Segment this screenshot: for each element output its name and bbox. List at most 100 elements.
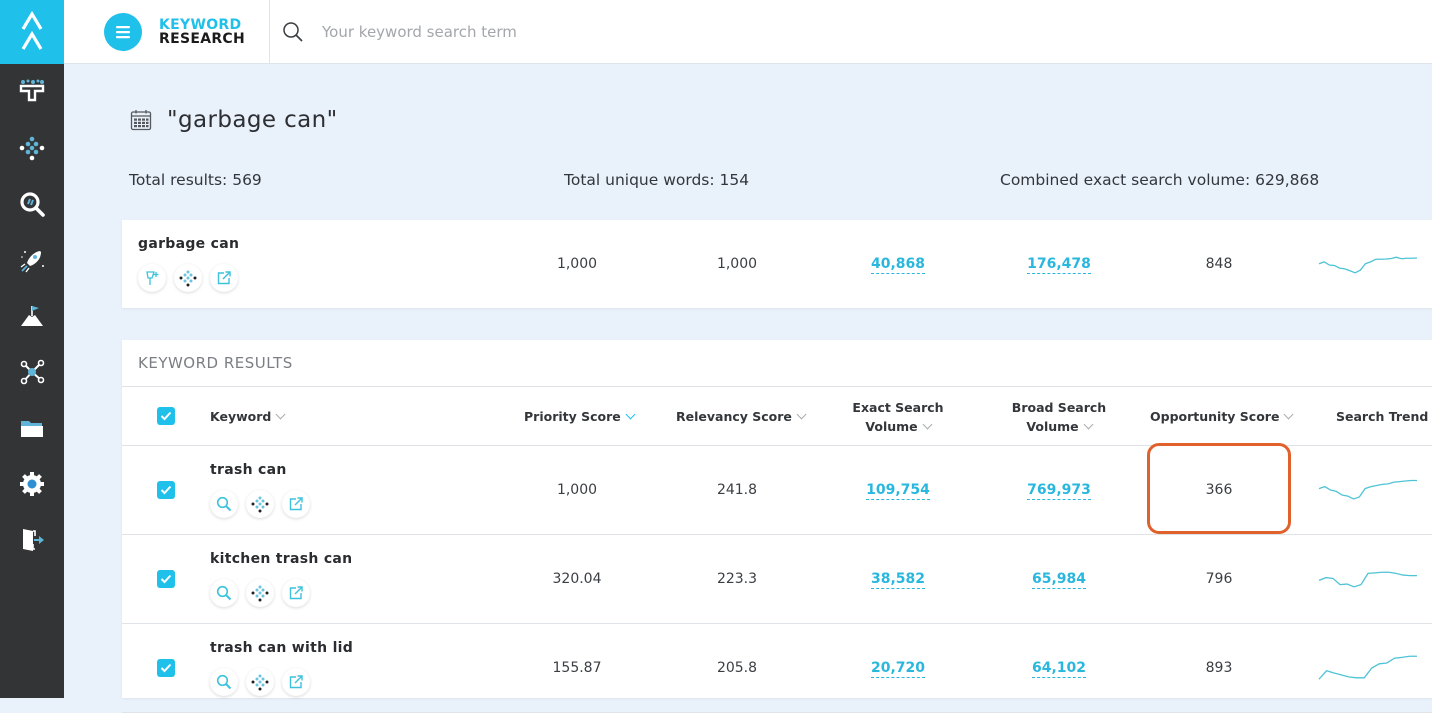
exact-search-volume-link[interactable]: 20,720: [871, 660, 925, 678]
cluster-icon: [179, 269, 197, 287]
cluster-button[interactable]: [246, 490, 274, 518]
relevancy-score: 241.8: [677, 482, 797, 498]
column-header-relevancy-label: Relevancy Score: [676, 409, 792, 424]
column-header-relevancy-score[interactable]: Relevancy Score: [676, 407, 805, 426]
keyword-results-heading: KEYWORD RESULTS: [122, 340, 1432, 387]
seed-broad-search-volume-link[interactable]: 176,478: [1027, 256, 1091, 274]
trend-line: [1319, 572, 1417, 587]
open-external-button[interactable]: [282, 579, 310, 607]
sidebar-item-network[interactable]: [0, 344, 64, 400]
column-header-priority-score[interactable]: Priority Score: [524, 407, 634, 426]
main-content: "garbage can" Total results: 569 Total u…: [64, 65, 1432, 698]
exact-search-volume[interactable]: 109,754: [838, 482, 958, 498]
search-icon[interactable]: [282, 21, 304, 43]
sidebar-item-logout[interactable]: [0, 512, 64, 568]
column-header-exact-line1: Exact Search: [842, 398, 954, 417]
row-actions: [210, 579, 352, 607]
keyword-cell: kitchen trash can: [210, 551, 352, 607]
cluster-button[interactable]: [246, 668, 274, 696]
sidebar-item-launch[interactable]: [0, 232, 64, 288]
sort-chevron-icon: [922, 420, 932, 430]
broad-search-volume-link[interactable]: 65,984: [1032, 571, 1086, 589]
checkmark-icon: [160, 485, 172, 495]
search-icon: [216, 674, 232, 690]
seed-exact-search-volume[interactable]: 40,868: [838, 256, 958, 272]
column-header-opportunity-score[interactable]: Opportunity Score: [1150, 407, 1292, 426]
select-all-checkbox[interactable]: [157, 407, 175, 425]
seed-search-trend-sparkline: [1318, 250, 1418, 280]
cluster-icon: [251, 673, 269, 691]
results-table-body: trash can: [122, 446, 1432, 713]
row-checkbox[interactable]: [157, 481, 175, 499]
priority-score: 155.87: [517, 660, 637, 676]
row-checkbox[interactable]: [157, 659, 175, 677]
external-link-icon: [288, 674, 304, 690]
priority-score: 1,000: [517, 482, 637, 498]
row-checkbox[interactable]: [157, 570, 175, 588]
keyword-cell: trash can: [210, 462, 310, 518]
sidebar: [0, 0, 64, 698]
opportunity-score: 796: [1159, 571, 1279, 587]
sidebar-item-search[interactable]: [0, 176, 64, 232]
broad-search-volume-link[interactable]: 64,102: [1032, 660, 1086, 678]
search-trend-sparkline: [1318, 474, 1418, 506]
total-results: Total results: 569: [129, 171, 262, 189]
trend-line: [1319, 257, 1417, 273]
add-keyword-button[interactable]: [138, 264, 166, 292]
sidebar-item-cluster[interactable]: [0, 120, 64, 176]
total-unique-words: Total unique words: 154: [564, 171, 749, 189]
sidebar-item-funnel[interactable]: [0, 64, 64, 120]
open-external-button[interactable]: [282, 490, 310, 518]
search-icon: [216, 585, 232, 601]
broad-search-volume[interactable]: 769,973: [999, 482, 1119, 498]
pin-add-icon: [144, 270, 160, 286]
relevancy-score: 205.8: [677, 660, 797, 676]
sort-chevron-active-icon: [625, 410, 635, 420]
search-icon: [216, 496, 232, 512]
seed-keyword-card: garbage can: [122, 220, 1432, 308]
column-header-priority-label: Priority Score: [524, 409, 621, 424]
trend-line: [1319, 480, 1417, 498]
cluster-button[interactable]: [246, 579, 274, 607]
sidebar-item-folder[interactable]: [0, 400, 64, 456]
mountain-flag-icon: [18, 302, 46, 330]
priority-score: 320.04: [517, 571, 637, 587]
table-row: trash can: [122, 446, 1432, 535]
exact-search-volume-link[interactable]: 109,754: [866, 482, 930, 500]
sidebar-item-settings[interactable]: [0, 456, 64, 512]
app-logo[interactable]: [0, 0, 64, 64]
menu-button[interactable]: [104, 13, 142, 51]
column-header-broad-line2: Volume: [1026, 419, 1078, 434]
external-link-icon: [216, 270, 232, 286]
seed-exact-search-volume-link[interactable]: 40,868: [871, 256, 925, 274]
broad-search-volume[interactable]: 65,984: [999, 571, 1119, 587]
column-header-exact-search-volume[interactable]: Exact Search Volume: [842, 398, 954, 436]
open-external-button[interactable]: [282, 668, 310, 696]
combined-exact-volume: Combined exact search volume: 629,868: [1000, 171, 1319, 189]
column-header-broad-search-volume[interactable]: Broad Search Volume: [1003, 398, 1115, 436]
column-header-keyword[interactable]: Keyword: [210, 407, 284, 426]
search-keyword-button[interactable]: [210, 579, 238, 607]
keyword-search-input[interactable]: [322, 23, 722, 41]
sidebar-item-goals[interactable]: [0, 288, 64, 344]
broad-search-volume-link[interactable]: 769,973: [1027, 482, 1091, 500]
keyword-name: trash can: [210, 462, 310, 478]
keyword-name: trash can with lid: [210, 640, 353, 656]
seed-opportunity-score: 848: [1159, 256, 1279, 272]
exact-search-volume-link[interactable]: 38,582: [871, 571, 925, 589]
exact-search-volume[interactable]: 20,720: [838, 660, 958, 676]
hamburger-menu-icon: [115, 25, 131, 39]
open-external-button[interactable]: [210, 264, 238, 292]
search-keyword-button[interactable]: [210, 490, 238, 518]
seed-relevancy-score: 1,000: [677, 256, 797, 272]
row-actions: [210, 668, 353, 696]
broad-search-volume[interactable]: 64,102: [999, 660, 1119, 676]
cluster-button[interactable]: [174, 264, 202, 292]
seed-broad-search-volume[interactable]: 176,478: [999, 256, 1119, 272]
table-row: kitchen trash can: [122, 535, 1432, 624]
exact-search-volume[interactable]: 38,582: [838, 571, 958, 587]
search-keyword-button[interactable]: [210, 668, 238, 696]
page-title: "garbage can": [167, 107, 338, 133]
external-link-icon: [288, 585, 304, 601]
highlight-box: [1147, 443, 1291, 534]
